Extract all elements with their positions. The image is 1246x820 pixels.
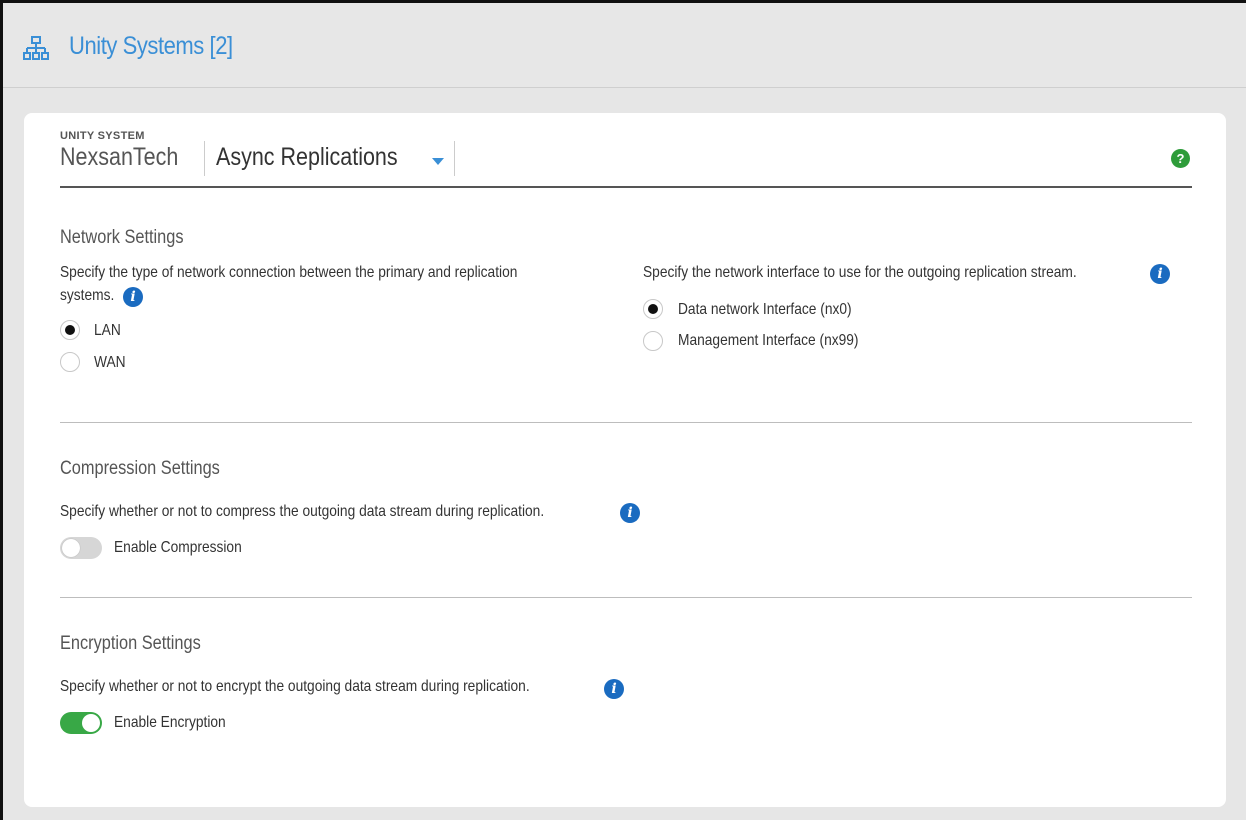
header-separator [204,141,205,176]
page-title[interactable]: Unity Systems [2] [69,32,233,61]
header-caption: UNITY SYSTEM [60,130,145,142]
view-selector[interactable]: Async Replications [216,143,398,172]
info-icon[interactable]: i [1150,264,1170,284]
radio-wan-label[interactable]: WAN [94,352,126,373]
section-divider [60,597,1192,598]
chevron-down-icon[interactable] [432,158,444,165]
radio-lan[interactable] [60,320,80,340]
encryption-settings-title: Encryption Settings [60,633,201,654]
encryption-description: Specify whether or not to encrypt the ou… [60,678,530,695]
compression-description: Specify whether or not to compress the o… [60,503,545,520]
radio-management-interface-label[interactable]: Management Interface (nx99) [678,330,859,351]
header-separator [454,141,455,176]
encryption-toggle-label[interactable]: Enable Encryption [114,712,226,733]
radio-lan-label[interactable]: LAN [94,320,121,341]
top-bar: Unity Systems [2] [3,3,1246,88]
compression-toggle[interactable] [60,537,102,559]
network-hierarchy-icon [23,36,49,60]
toggle-knob [82,714,100,732]
radio-management-interface[interactable] [643,331,663,351]
network-settings-title: Network Settings [60,227,184,248]
section-divider [60,422,1192,423]
toggle-knob [62,539,80,557]
network-type-description-cont: systems. [60,287,115,304]
info-icon[interactable]: i [123,287,143,307]
compression-toggle-label[interactable]: Enable Compression [114,537,242,558]
network-interface-description: Specify the network interface to use for… [643,264,1077,281]
info-icon[interactable]: i [620,503,640,523]
info-icon[interactable]: i [604,679,624,699]
system-name: NexsanTech [60,143,179,171]
question-icon[interactable]: ? [1171,149,1190,168]
radio-data-interface[interactable] [643,299,663,319]
encryption-toggle[interactable] [60,712,102,734]
header-underline [60,186,1192,188]
network-type-description: Specify the type of network connection b… [60,264,518,281]
radio-data-interface-label[interactable]: Data network Interface (nx0) [678,299,852,320]
compression-settings-title: Compression Settings [60,458,220,479]
radio-wan[interactable] [60,352,80,372]
settings-card: UNITY SYSTEM NexsanTech Async Replicatio… [24,113,1226,807]
